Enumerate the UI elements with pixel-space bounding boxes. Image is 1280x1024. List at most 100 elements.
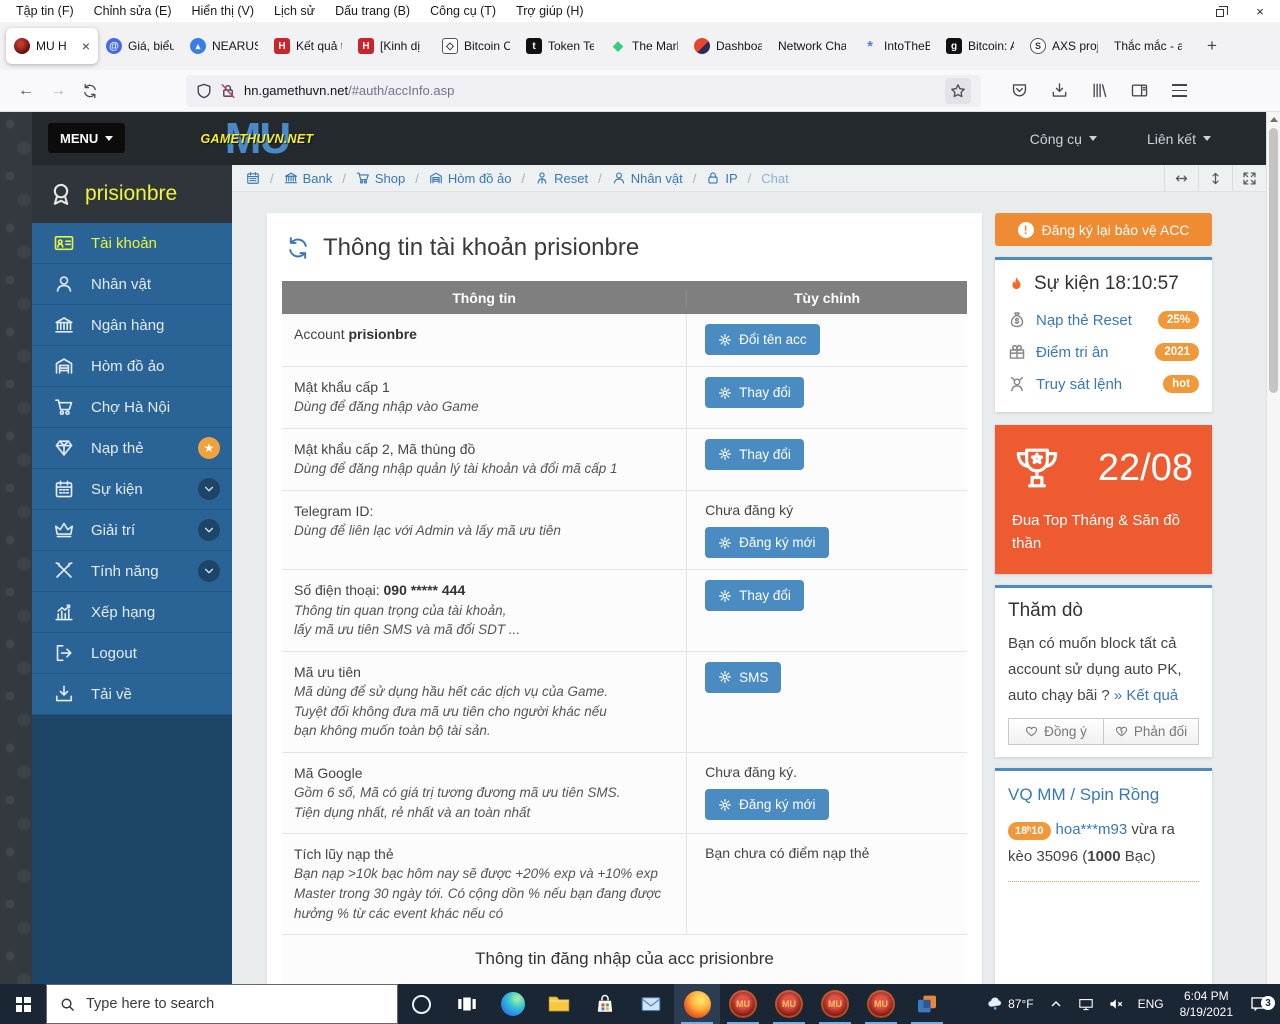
breadcrumb-shop[interactable]: Shop — [356, 171, 405, 186]
sms-button[interactable]: SMS — [705, 662, 781, 693]
action-center-button[interactable]: 3 — [1242, 995, 1280, 1013]
start-button[interactable] — [0, 984, 46, 1024]
tab-close-button[interactable]: × — [82, 39, 90, 53]
menu-item[interactable]: Trợ giúp (H) — [506, 0, 593, 22]
doi-ten-acc-button[interactable]: Đổi tên acc — [705, 324, 820, 355]
sidebar-item-xep-hang[interactable]: Xếp hạng — [32, 592, 232, 633]
dang-ky-telegram-button[interactable]: Đăng ký mới — [705, 527, 828, 558]
chevron-down-icon[interactable] — [198, 560, 220, 582]
menu-item[interactable]: Lịch sử — [264, 0, 325, 22]
sidebar-item-nap-the[interactable]: Nạp thẻ★ — [32, 428, 232, 469]
tab-bitcoin-g[interactable]: gBitcoin: A — [938, 28, 1022, 64]
menu-item[interactable]: Công cụ (T) — [420, 0, 506, 22]
sidebar-item-su-kien[interactable]: Sự kiện — [32, 469, 232, 510]
reload-button[interactable] — [74, 76, 106, 106]
url-bar[interactable]: hn.gamethuvn.net/#auth/accInfo.asp — [186, 75, 981, 107]
tab-gia-bieu[interactable]: @Giá, biểu — [98, 28, 182, 64]
header-nav-lien-ket[interactable]: Liên kết — [1147, 131, 1211, 147]
bookmark-star-icon[interactable] — [945, 78, 971, 104]
sidebar-item-cho-ha-noi[interactable]: Chợ Hà Nội — [32, 387, 232, 428]
tab-intotheblock[interactable]: *IntoTheB — [854, 28, 938, 64]
vmware-button[interactable] — [904, 984, 950, 1024]
taskbar-clock[interactable]: 6:04 PM 8/19/2021 — [1171, 988, 1242, 1020]
scrollbar-thumb[interactable] — [1269, 128, 1278, 393]
spin-title[interactable]: VQ MM / Spin Rồng — [1008, 781, 1199, 816]
tab-token-te[interactable]: tToken Te — [518, 28, 602, 64]
tab-bitcoin-c[interactable]: ◇Bitcoin C — [434, 28, 518, 64]
thay-doi-sdt-button[interactable]: Thay đổi — [705, 580, 804, 611]
sidebar-item-nhan-vat[interactable]: Nhân vật — [32, 264, 232, 305]
scrollbar-up-arrow[interactable] — [1267, 112, 1280, 127]
breadcrumb-chat[interactable]: Chat — [761, 171, 788, 186]
fullscreen-icon[interactable] — [1232, 165, 1266, 192]
file-explorer-button[interactable] — [536, 984, 582, 1024]
sidebar-item-hom-do-ao[interactable]: Hòm đồ ảo — [32, 346, 232, 387]
sidebar-item-tai-ve[interactable]: Tải về — [32, 674, 232, 715]
tab-thac-mac[interactable]: Thắc mắc - a — [1106, 28, 1190, 64]
mu-game-window-1[interactable]: MU — [720, 984, 766, 1024]
new-tab-button[interactable]: + — [1198, 32, 1226, 60]
mu-game-window-4[interactable]: MU — [858, 984, 904, 1024]
chevron-down-icon[interactable] — [198, 519, 220, 541]
header-nav-cong-cu[interactable]: Công cụ — [1030, 131, 1097, 147]
tab-ket-qua[interactable]: HKết quả t — [266, 28, 350, 64]
library-icon[interactable] — [1083, 76, 1115, 106]
page-scrollbar[interactable] — [1266, 112, 1280, 984]
chevron-down-icon[interactable] — [198, 478, 220, 500]
mail-button[interactable] — [628, 984, 674, 1024]
close-window-button[interactable]: × — [1240, 0, 1280, 22]
breadcrumb-reset[interactable]: Reset — [535, 171, 588, 186]
weather-widget[interactable]: 87°F — [980, 996, 1040, 1012]
event-item-truy-sat-lenh[interactable]: Truy sát lệnhhot — [1008, 368, 1199, 400]
language-indicator[interactable]: ENG — [1131, 997, 1171, 1011]
tab-the-mark[interactable]: ◆The Mark — [602, 28, 686, 64]
resize-vertical-icon[interactable] — [1198, 165, 1232, 192]
firefox-taskbar-button[interactable] — [674, 984, 720, 1024]
lock-insecure-icon[interactable] — [220, 83, 236, 99]
tab-kinh-di[interactable]: H[Kinh dị — [350, 28, 434, 64]
breadcrumb-hom-do-ao[interactable]: Hòm đồ ảo — [429, 171, 512, 186]
protect-acc-button[interactable]: ! Đăng ký lại bảo vệ ACC — [995, 213, 1212, 246]
thay-doi-mat-khau-1-button[interactable]: Thay đổi — [705, 377, 804, 408]
sidebar-item-ngan-hang[interactable]: Ngân hàng — [32, 305, 232, 346]
menu-item[interactable]: Dấu trang (B) — [325, 0, 420, 22]
mu-game-window-3[interactable]: MU — [812, 984, 858, 1024]
breadcrumb-nhan-vat[interactable]: Nhân vật — [612, 171, 683, 186]
menu-item[interactable]: Hiển thị (V) — [182, 0, 265, 22]
breadcrumb-home[interactable] — [246, 171, 260, 185]
menu-item[interactable]: Chỉnh sửa (E) — [84, 0, 182, 22]
tab-nearus[interactable]: ▴NEARUS — [182, 28, 266, 64]
sidebar-item-tai-khoan[interactable]: Tài khoản — [32, 223, 232, 264]
restore-window-button[interactable] — [1200, 0, 1240, 22]
volume-muted-button[interactable] — [1101, 996, 1131, 1012]
mu-game-window-2[interactable]: MU — [766, 984, 812, 1024]
event-item-nap-the-reset[interactable]: Nạp thẻ Reset25% — [1008, 304, 1199, 336]
menu-button[interactable]: MENU — [48, 123, 125, 153]
taskbar-search-box[interactable]: Type here to search — [46, 984, 398, 1024]
sidebar-toggle-icon[interactable] — [1123, 76, 1155, 106]
breadcrumb-ip[interactable]: IP — [706, 171, 737, 186]
menu-item[interactable]: Tập tin (F) — [6, 0, 84, 22]
sidebar-item-logout[interactable]: Logout — [32, 633, 232, 674]
downloads-icon[interactable] — [1043, 76, 1075, 106]
promo-card[interactable]: 22/08 Đua Top Tháng & Săn đồ thần — [995, 425, 1212, 574]
spin-user-link[interactable]: hoa***m93 — [1056, 821, 1128, 838]
pocket-icon[interactable] — [1003, 76, 1035, 106]
site-logo[interactable]: MU GAMETHUVN.NET — [182, 112, 332, 165]
tab-axs[interactable]: SAXS proj — [1022, 28, 1106, 64]
task-view-button[interactable] — [444, 984, 490, 1024]
resize-horizontal-icon[interactable] — [1164, 165, 1198, 192]
poll-result-link[interactable]: » Kết quả — [1114, 687, 1178, 704]
poll-agree-button[interactable]: Đồng ý — [1008, 718, 1104, 745]
breadcrumb-bank[interactable]: Bank — [284, 171, 333, 186]
edge-button[interactable] — [490, 984, 536, 1024]
tab-dashboard[interactable]: Dashboa — [686, 28, 770, 64]
store-button[interactable] — [582, 984, 628, 1024]
event-item-diem-tri-an[interactable]: Điểm tri ân2021 — [1008, 336, 1199, 368]
tray-expand-button[interactable] — [1041, 996, 1071, 1012]
shield-icon[interactable] — [196, 83, 212, 99]
menu-hamburger-icon[interactable] — [1163, 76, 1195, 106]
thay-doi-mat-khau-2-button[interactable]: Thay đổi — [705, 439, 804, 470]
forward-button[interactable]: → — [42, 76, 74, 106]
sidebar-item-giai-tri[interactable]: Giải trí — [32, 510, 232, 551]
